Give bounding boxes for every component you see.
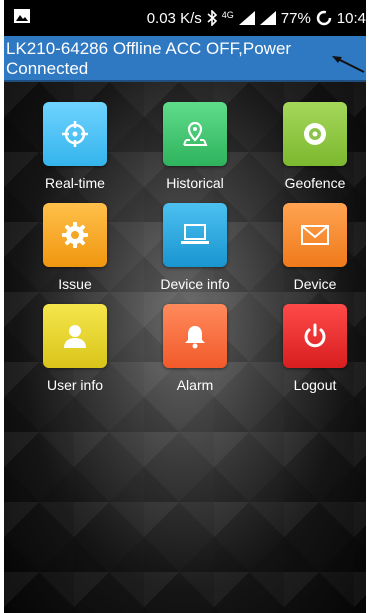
power-icon (283, 304, 347, 368)
sync-icon (316, 10, 332, 26)
menu-item-issue[interactable]: Issue (20, 203, 130, 292)
menu-item-label: Historical (166, 175, 224, 191)
menu-item-label: Alarm (176, 377, 214, 393)
image-icon (14, 9, 30, 23)
signal-icon (238, 11, 255, 25)
menu-item-label: Geofence (284, 175, 346, 191)
gear-icon (43, 203, 107, 267)
device-status-banner: LK210-64286 Offline ACC OFF,Power Connec… (4, 36, 366, 82)
bluetooth-icon (207, 10, 217, 26)
menu-item-user-info[interactable]: User info (20, 304, 130, 393)
menu-item-label: User info (46, 377, 104, 393)
menu-item-label: Issue (58, 276, 92, 292)
status-bar: 0.03 K/s 4G 77% 10:4 (4, 0, 366, 36)
menu-item-geofence[interactable]: Geofence (260, 102, 366, 191)
laptop-icon (163, 203, 227, 267)
network-type: 4G (221, 10, 234, 20)
menu-item-label: Device info (160, 276, 230, 292)
network-speed: 0.03 K/s (146, 9, 202, 27)
menu-item-label: Device (293, 276, 337, 292)
phone-screen: 0.03 K/s 4G 77% 10:4 LK210-64286 Offline… (4, 0, 366, 613)
status-right: 0.03 K/s 4G 77% 10:4 (147, 0, 366, 36)
clock: 10:4 (336, 9, 366, 27)
crosshair-icon (43, 102, 107, 166)
menu-item-historical[interactable]: Historical (140, 102, 250, 191)
menu-item-logout[interactable]: Logout (260, 304, 366, 393)
menu-item-device[interactable]: Device (260, 203, 366, 292)
bell-icon (163, 304, 227, 368)
arrow-icon (332, 56, 365, 73)
main-menu-area: Real-time Historical Geofence Issue Devi… (4, 82, 366, 613)
battery-percent: 77% (280, 9, 311, 27)
menu-item-real-time[interactable]: Real-time (20, 102, 130, 191)
target-icon (283, 102, 347, 166)
menu-item-label: Real-time (45, 175, 105, 191)
device-status-text: LK210-64286 Offline ACC OFF,Power Connec… (6, 39, 292, 78)
user-icon (43, 304, 107, 368)
menu-item-alarm[interactable]: Alarm (140, 304, 250, 393)
map-pin-icon (163, 102, 227, 166)
envelope-icon (283, 203, 347, 267)
menu-item-label: Logout (293, 377, 337, 393)
signal-icon (259, 11, 276, 25)
menu-item-device-info[interactable]: Device info (140, 203, 250, 292)
